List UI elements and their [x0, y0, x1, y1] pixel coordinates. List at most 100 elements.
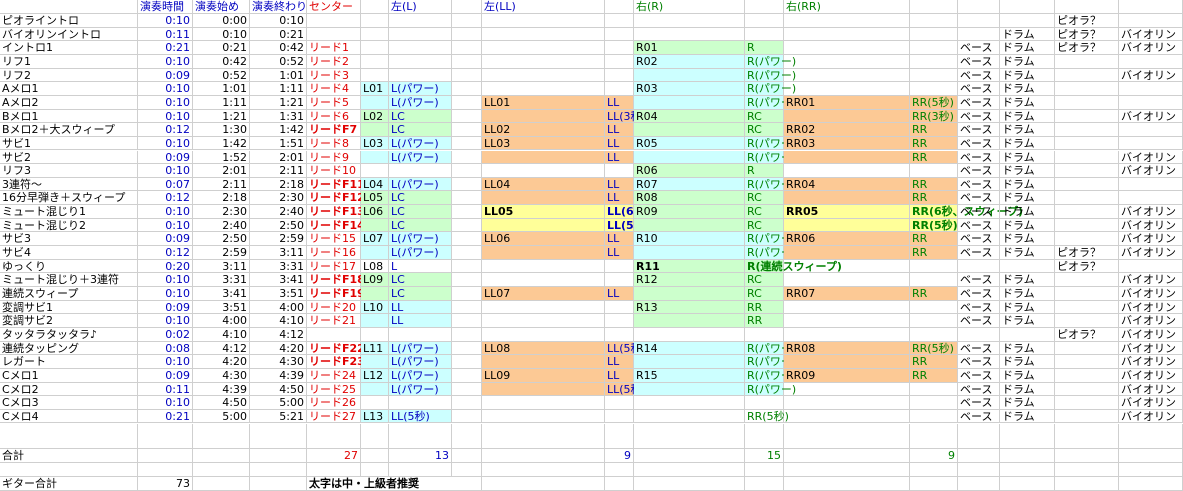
empty-cell[interactable]: [634, 423, 745, 449]
viola-cell[interactable]: [1055, 68, 1119, 83]
ll-id[interactable]: [482, 68, 605, 83]
end-time[interactable]: 5:00: [250, 396, 307, 410]
drum-cell[interactable]: ドラム: [1000, 41, 1055, 55]
r-id[interactable]: R01: [634, 41, 745, 55]
drum-cell[interactable]: [1000, 259, 1055, 274]
drum-cell[interactable]: ドラム: [1000, 191, 1055, 206]
empty-cell[interactable]: [1000, 477, 1055, 491]
violin-cell[interactable]: バイオリン: [1119, 382, 1183, 397]
lead-cell[interactable]: リード17: [307, 259, 361, 274]
violin-cell[interactable]: バイオリン: [1119, 300, 1183, 315]
r-part[interactable]: RC: [745, 273, 784, 287]
play-time[interactable]: 0:10: [138, 314, 193, 328]
viola-cell[interactable]: [1055, 368, 1119, 383]
ll-part[interactable]: LL: [605, 95, 634, 110]
r-part[interactable]: R(パワー): [745, 368, 796, 383]
r-id[interactable]: [634, 150, 745, 165]
play-time[interactable]: 0:10: [138, 273, 193, 287]
rr-id[interactable]: [784, 109, 910, 124]
ll-id[interactable]: [482, 396, 605, 410]
l-spacer[interactable]: [452, 246, 482, 260]
r-part[interactable]: R(連続スウィープ): [745, 259, 842, 274]
viola-cell[interactable]: ピオラ？: [1055, 246, 1119, 260]
l-part[interactable]: LC: [389, 109, 452, 124]
header-cell[interactable]: [958, 0, 1000, 14]
viola-cell[interactable]: [1055, 287, 1119, 301]
l-id[interactable]: L03: [361, 136, 389, 151]
violin-cell[interactable]: バイオリン: [1119, 273, 1183, 287]
viola-cell[interactable]: [1055, 232, 1119, 247]
total-ll[interactable]: 9: [605, 449, 634, 463]
violin-cell[interactable]: バイオリン: [1119, 396, 1183, 410]
end-time[interactable]: 0:10: [250, 14, 307, 28]
ll-part[interactable]: LL(5秒): [605, 341, 646, 356]
l-part[interactable]: [389, 14, 452, 28]
end-time[interactable]: 4:12: [250, 327, 307, 342]
r-part[interactable]: R(パワー): [745, 82, 796, 96]
r-part[interactable]: [745, 27, 784, 42]
viola-cell[interactable]: ピオラ？: [1055, 41, 1119, 55]
l-part[interactable]: LC: [389, 218, 452, 233]
ll-part[interactable]: [605, 82, 634, 96]
viola-cell[interactable]: ピオラ？: [1055, 14, 1119, 28]
lead-cell[interactable]: リード5: [307, 95, 361, 110]
ll-id[interactable]: [482, 54, 605, 69]
lead-cell[interactable]: リード2: [307, 54, 361, 69]
lead-cell[interactable]: リードF13: [307, 205, 365, 219]
total-r[interactable]: 15: [745, 449, 784, 463]
play-time[interactable]: 0:11: [138, 27, 193, 42]
empty-cell[interactable]: [482, 463, 605, 477]
row-name[interactable]: Cメロ1: [0, 368, 138, 383]
l-id[interactable]: [361, 327, 389, 342]
start-time[interactable]: 3:11: [193, 259, 250, 274]
rr-part[interactable]: RR: [910, 287, 958, 301]
violin-cell[interactable]: [1119, 177, 1183, 192]
row-name[interactable]: ミュート混じり2: [0, 218, 138, 233]
play-time[interactable]: 0:07: [138, 177, 193, 192]
r-part[interactable]: R(パワー): [745, 382, 796, 397]
empty-cell[interactable]: [389, 463, 452, 477]
empty-cell[interactable]: [452, 423, 482, 449]
ll-id[interactable]: [482, 109, 605, 124]
l-part[interactable]: L(パワー): [389, 232, 452, 247]
rr-part[interactable]: RR: [910, 177, 958, 192]
row-name[interactable]: リフ3: [0, 164, 138, 178]
l-spacer[interactable]: [452, 314, 482, 328]
end-time[interactable]: 3:41: [250, 273, 307, 287]
bass-cell[interactable]: ベース: [958, 273, 1000, 287]
bass-cell[interactable]: ベース: [958, 409, 1000, 424]
r-id[interactable]: R13: [634, 300, 745, 315]
rr-id[interactable]: RR01: [784, 95, 910, 110]
play-time[interactable]: 0:09: [138, 300, 193, 315]
bass-cell[interactable]: ベース: [958, 54, 1000, 69]
empty-cell[interactable]: [958, 423, 1000, 449]
end-time[interactable]: 4:00: [250, 300, 307, 315]
empty-cell[interactable]: [250, 477, 307, 491]
ll-id[interactable]: [482, 300, 605, 315]
r-id[interactable]: [634, 246, 745, 260]
totals-cell[interactable]: [634, 449, 745, 463]
r-id[interactable]: [634, 27, 745, 42]
start-time[interactable]: 5:00: [193, 409, 250, 424]
r-part[interactable]: RC: [745, 191, 784, 206]
r-part[interactable]: RC: [745, 287, 784, 301]
l-id[interactable]: [361, 355, 389, 369]
rr-id[interactable]: RR08: [784, 341, 910, 356]
bass-cell[interactable]: ベース: [958, 109, 1000, 124]
rr-id[interactable]: [784, 246, 910, 260]
viola-cell[interactable]: [1055, 123, 1119, 137]
rr-part[interactable]: RR(5秒): [910, 95, 958, 110]
start-time[interactable]: 4:00: [193, 314, 250, 328]
lead-cell[interactable]: リード8: [307, 136, 361, 151]
play-time[interactable]: 0:21: [138, 409, 193, 424]
viola-cell[interactable]: [1055, 205, 1119, 219]
start-time[interactable]: 0:42: [193, 54, 250, 69]
end-time[interactable]: 1:51: [250, 136, 307, 151]
viola-cell[interactable]: ピオラ？: [1055, 27, 1119, 42]
l-spacer[interactable]: [452, 355, 482, 369]
l-id[interactable]: [361, 396, 389, 410]
viola-cell[interactable]: [1055, 150, 1119, 165]
l-spacer[interactable]: [452, 177, 482, 192]
totals-cell[interactable]: [482, 449, 605, 463]
totals-cell[interactable]: [1055, 449, 1119, 463]
